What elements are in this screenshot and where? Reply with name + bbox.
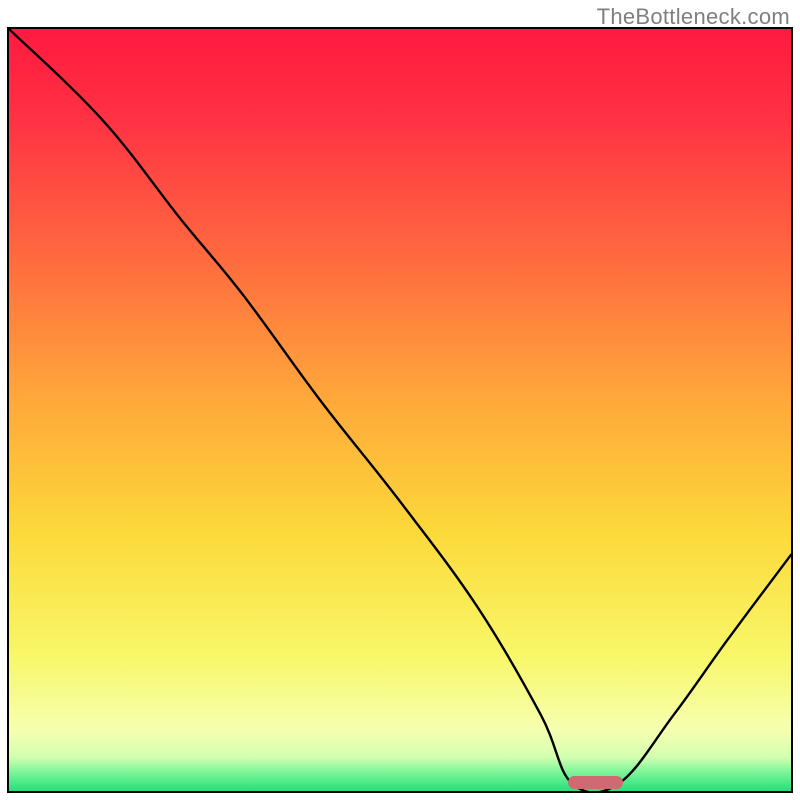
bottleneck-curve <box>9 29 791 791</box>
optimal-marker <box>568 776 623 789</box>
curve-path <box>9 29 791 791</box>
chart-frame <box>7 27 793 793</box>
